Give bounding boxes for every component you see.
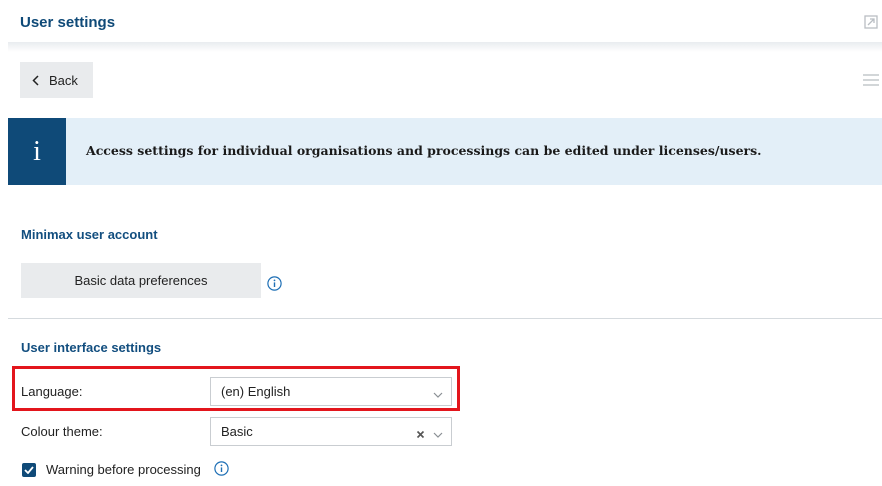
colour-theme-select[interactable]: Basic <box>210 417 452 446</box>
page-title: User settings <box>20 14 116 31</box>
info-banner: i Access settings for individual organis… <box>8 118 882 185</box>
expand-window-icon[interactable] <box>864 15 878 29</box>
basic-data-preferences-button[interactable]: Basic data preferences <box>21 263 261 298</box>
info-circle-icon[interactable] <box>214 461 229 476</box>
back-button-label: Back <box>49 72 78 88</box>
chevron-left-icon <box>32 74 39 86</box>
section-heading-ui-settings: User interface settings <box>21 340 162 355</box>
section-heading-minimax-account: Minimax user account <box>21 227 158 242</box>
clear-selection-icon[interactable] <box>416 427 425 439</box>
checkmark-icon <box>24 466 34 474</box>
info-circle-icon[interactable] <box>267 276 282 291</box>
back-button[interactable]: Back <box>20 62 93 98</box>
header-divider <box>8 42 882 52</box>
hamburger-menu-icon[interactable] <box>862 73 880 87</box>
section-divider <box>8 318 882 319</box>
info-icon: i <box>8 118 66 185</box>
chevron-down-icon <box>433 427 443 438</box>
language-select-value: (en) English <box>221 384 291 399</box>
chevron-down-icon <box>433 387 443 398</box>
info-banner-text: Access settings for individual organisat… <box>86 143 762 158</box>
warning-checkbox-label: Warning before processing <box>46 462 201 477</box>
warning-checkbox[interactable] <box>22 463 36 477</box>
language-label: Language: <box>21 384 83 399</box>
language-select[interactable]: (en) English <box>210 377 452 406</box>
colour-theme-label: Colour theme: <box>21 424 103 439</box>
colour-theme-select-value: Basic <box>221 424 253 439</box>
